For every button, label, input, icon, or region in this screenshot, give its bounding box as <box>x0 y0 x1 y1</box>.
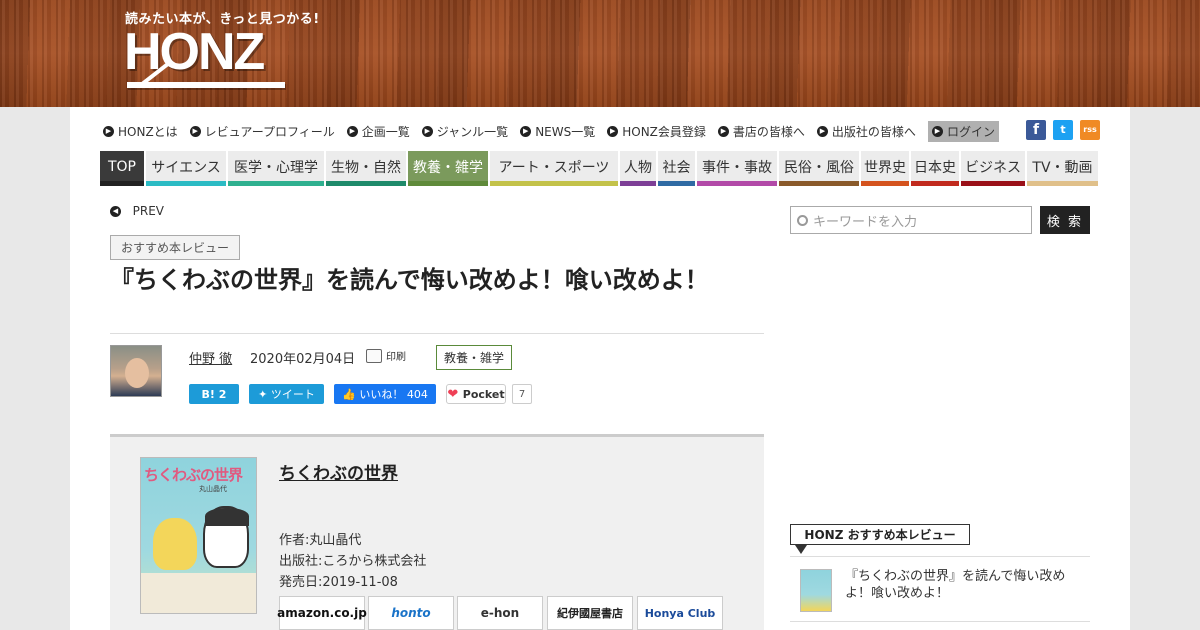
genre-tab-incidents[interactable]: 事件・事故 <box>697 151 777 186</box>
shop-honto-button[interactable]: honto <box>368 596 454 630</box>
cat-illustration <box>153 518 197 570</box>
shop-amazon-button[interactable]: amazon.co.jp <box>277 596 367 630</box>
search-icon <box>797 214 808 226</box>
site-logo[interactable]: HONZ <box>124 22 265 82</box>
genre-tab-tv-video[interactable]: TV・動画 <box>1027 151 1098 186</box>
facebook-like-button[interactable]: 👍 いいね！ 404 <box>334 384 436 404</box>
twitter-bird-icon: ✦ <box>258 387 271 401</box>
sidebar-divider <box>790 621 1090 622</box>
genre-tab-art-sports[interactable]: アート・スポーツ <box>490 151 618 186</box>
author-avatar[interactable] <box>110 345 162 397</box>
arrow-icon: ▶ <box>520 125 532 137</box>
genre-tab-folklore[interactable]: 民俗・風俗 <box>779 151 859 186</box>
nav-projects[interactable]: ▶ 企画一覧 <box>346 123 410 140</box>
shop-ehon-button[interactable]: e-hon <box>457 596 543 630</box>
title-divider <box>110 333 764 334</box>
sidebar-article-link[interactable]: 『ちくわぶの世界』を読んで悔い改めよ！喰い改めよ！ <box>845 568 1085 602</box>
book-cover[interactable]: ちくわぶの世界 丸山晶代 <box>140 457 257 614</box>
shop-kinokuniya-button[interactable]: 紀伊國屋書店 <box>547 596 633 630</box>
login-button[interactable]: ▶ ログイン <box>927 120 999 142</box>
prev-link[interactable]: ◀ PREV <box>110 204 164 218</box>
genre-menu: TOP サイエンス 医学・心理学 生物・自然 教養・雑学 アート・スポーツ 人物… <box>100 151 1100 186</box>
twitter-icon[interactable]: t <box>1053 120 1073 140</box>
book-author: 作者:丸山晶代 <box>279 533 362 548</box>
logo-underline <box>127 82 285 88</box>
nav-bookstores[interactable]: ▶ 書店の皆様へ <box>717 123 805 140</box>
facebook-icon[interactable]: f <box>1026 120 1046 140</box>
arrow-icon: ▶ <box>816 125 828 137</box>
genre-tag[interactable]: 教養・雑学 <box>436 345 513 370</box>
arrow-icon: ▶ <box>421 125 433 137</box>
nav-news[interactable]: ▶ NEWS一覧 <box>520 123 595 140</box>
genre-tab-science[interactable]: サイエンス <box>146 151 226 186</box>
arrow-icon: ▶ <box>346 125 358 137</box>
sidebar-book-thumbnail[interactable] <box>800 569 832 612</box>
pocket-button[interactable]: ❤ Pocket <box>446 384 506 404</box>
pocket-icon: ❤ <box>447 386 463 402</box>
nav-reviewers[interactable]: ▶ レビュアープロフィール <box>189 123 335 140</box>
pocket-count: 7 <box>512 384 532 404</box>
arrow-icon: ▶ <box>931 125 943 137</box>
publish-date: 2020年02月04日 <box>250 352 356 367</box>
sidebar-divider <box>790 556 1090 557</box>
printer-icon <box>366 348 382 363</box>
article-title: 『ちくわぶの世界』を読んで悔い改めよ！喰い改めよ！ <box>110 266 709 294</box>
search-input[interactable]: キーワードを入力 <box>790 206 1032 234</box>
genre-tab-culture[interactable]: 教養・雑学 <box>408 151 488 186</box>
genre-tab-business[interactable]: ビジネス <box>961 151 1025 186</box>
nav-member-register[interactable]: ▶ HONZ会員登録 <box>607 123 706 140</box>
top-nav: ▶ HONZとは ▶ レビュアープロフィール ▶ 企画一覧 ▶ ジャンル一覧 ▶ NEWS… <box>103 120 1011 142</box>
speech-tail <box>795 545 807 554</box>
nav-genres[interactable]: ▶ ジャンル一覧 <box>421 123 508 140</box>
cat-illustration <box>203 506 249 568</box>
prev-arrow-icon: ◀ <box>110 205 121 217</box>
nav-publishers[interactable]: ▶ 出版社の皆様へ <box>816 123 916 140</box>
tweet-button[interactable]: ✦ ツイート <box>249 384 324 404</box>
arrow-icon: ▶ <box>103 125 114 137</box>
sidebar-section-title: HONZ おすすめ本レビュー <box>790 524 970 545</box>
book-title-link[interactable]: ちくわぶの世界 <box>279 459 398 484</box>
thumbs-up-icon: 👍 <box>342 387 360 401</box>
genre-tab-people[interactable]: 人物 <box>620 151 656 186</box>
genre-tab-world-history[interactable]: 世界史 <box>861 151 909 186</box>
genre-tab-society[interactable]: 社会 <box>658 151 695 186</box>
book-publisher: 出版社:ころから株式会社 <box>279 554 427 569</box>
genre-tab-japan-history[interactable]: 日本史 <box>911 151 959 186</box>
search-button[interactable]: 検 索 <box>1040 206 1090 234</box>
nav-about[interactable]: ▶ HONZとは <box>103 123 178 140</box>
category-tag[interactable]: おすすめ本レビュー <box>110 235 241 260</box>
genre-tab-top[interactable]: TOP <box>100 151 144 186</box>
arrow-icon: ▶ <box>717 125 729 137</box>
rss-icon[interactable]: rss <box>1080 120 1100 140</box>
book-release-date: 発売日:2019-11-08 <box>279 575 398 590</box>
shop-honyaclub-button[interactable]: Honya Club <box>637 596 723 630</box>
arrow-icon: ▶ <box>607 125 619 137</box>
print-button[interactable]: 印刷 <box>366 348 406 363</box>
hatena-bookmark-button[interactable]: B! 2 <box>189 384 239 404</box>
genre-tab-medicine[interactable]: 医学・心理学 <box>228 151 324 186</box>
author-link[interactable]: 仲野 徹 <box>189 348 232 367</box>
genre-tab-biology[interactable]: 生物・自然 <box>326 151 406 186</box>
arrow-icon: ▶ <box>189 125 201 137</box>
